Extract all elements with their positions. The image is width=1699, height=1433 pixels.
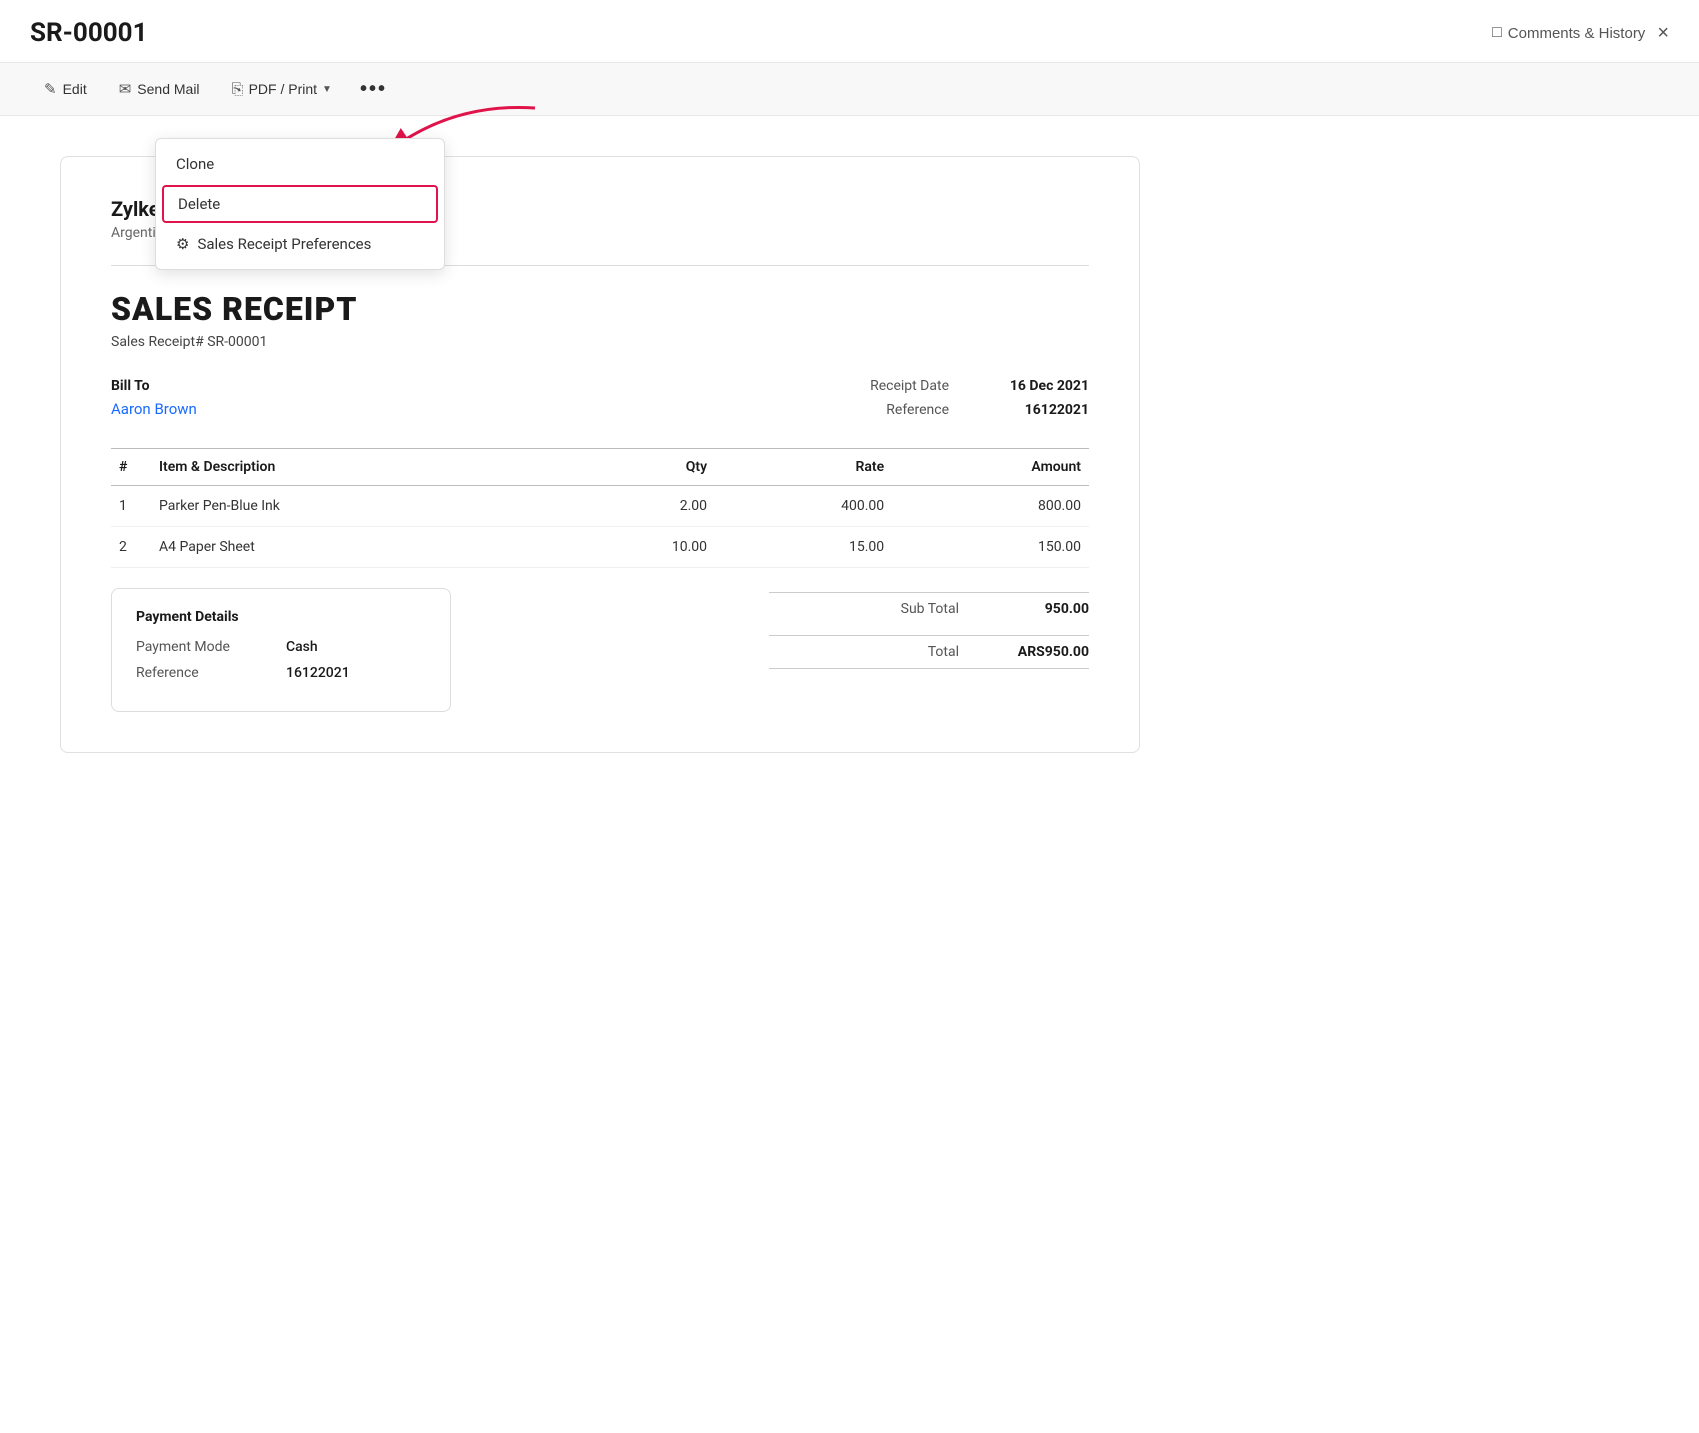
item-desc-2: A4 Paper Sheet [151,527,562,568]
bill-to-section: Bill To Aaron Brown [111,378,311,418]
payment-mode-value: Cash [286,639,318,655]
prefs-label: Sales Receipt Preferences [197,235,371,253]
payment-mode-label: Payment Mode [136,639,256,655]
payment-details-title: Payment Details [136,609,426,625]
edit-icon: ✎ [44,80,57,98]
receipt-date-value: 16 Dec 2021 [989,378,1089,394]
receipt-dates: Receipt Date 16 Dec 2021 Reference 16122… [839,378,1089,418]
payment-reference-row: Reference 16122021 [136,665,426,681]
payment-details-box: Payment Details Payment Mode Cash Refere… [111,588,451,712]
close-button[interactable]: × [1657,23,1669,43]
pdf-print-button[interactable]: ⎘ PDF / Print ▼ [218,74,346,105]
subtotal-label: Sub Total [769,601,999,617]
receipt-number: Sales Receipt# SR-00001 [111,334,1089,350]
receipt-title: SALES RECEIPT [111,290,1089,328]
subtotal-value: 950.00 [999,601,1089,617]
top-bar-right: □ Comments & History × [1492,23,1669,43]
comments-history-button[interactable]: □ Comments & History [1492,24,1645,42]
total-label: Total [769,644,999,660]
col-qty: Qty [562,449,716,486]
receipt-date-label: Receipt Date [839,378,949,394]
sales-receipt-prefs-menu-item[interactable]: ⚙ Sales Receipt Preferences [156,225,444,263]
comment-icon: □ [1492,24,1502,42]
send-mail-button[interactable]: ✉ Send Mail [105,73,214,105]
edit-label: Edit [63,81,87,97]
payment-reference-value: 16122021 [286,665,350,681]
toolbar: ✎ Edit ✉ Send Mail ⎘ PDF / Print ▼ ••• [0,63,1699,116]
col-hash: # [111,449,151,486]
item-qty-2: 10.00 [562,527,716,568]
dropdown-menu: Clone Delete ⚙ Sales Receipt Preferences [155,138,445,270]
top-bar: SR-00001 □ Comments & History × [0,0,1699,63]
clone-menu-item[interactable]: Clone [156,145,444,183]
item-amount-1: 800.00 [892,486,1089,527]
page-title: SR-00001 [30,18,148,48]
gear-icon: ⚙ [176,235,189,253]
item-rate-1: 400.00 [715,486,892,527]
col-item-description: Item & Description [151,449,562,486]
item-desc-1: Parker Pen-Blue Ink [151,486,562,527]
items-table: # Item & Description Qty Rate Amount 1 P… [111,448,1089,568]
receipt-number-value: SR-00001 [207,334,267,350]
table-row: 2 A4 Paper Sheet 10.00 15.00 150.00 [111,527,1089,568]
clone-label: Clone [176,155,214,173]
payment-mode-row: Payment Mode Cash [136,639,426,655]
item-qty-1: 2.00 [562,486,716,527]
pdf-print-label: PDF / Print [249,81,317,97]
subtotal-row: Sub Total 950.00 [769,592,1089,625]
reference-row: Reference 16122021 [839,402,1089,418]
col-rate: Rate [715,449,892,486]
bill-to-label: Bill To [111,378,311,394]
receipt-number-label: Sales Receipt# [111,334,204,350]
reference-label: Reference [839,402,949,418]
item-amount-2: 150.00 [892,527,1089,568]
item-num-2: 2 [111,527,151,568]
delete-label: Delete [178,195,220,213]
comments-history-label: Comments & History [1508,25,1646,42]
receipt-meta: Bill To Aaron Brown Receipt Date 16 Dec … [111,378,1089,418]
mail-icon: ✉ [119,80,132,98]
bottom-section: Payment Details Payment Mode Cash Refere… [111,588,1089,712]
bill-to-name[interactable]: Aaron Brown [111,400,311,418]
edit-button[interactable]: ✎ Edit [30,73,101,105]
table-row: 1 Parker Pen-Blue Ink 2.00 400.00 800.00 [111,486,1089,527]
send-mail-label: Send Mail [137,81,199,97]
chevron-down-icon: ▼ [322,84,332,95]
more-options-button[interactable]: ••• [350,75,397,103]
item-rate-2: 15.00 [715,527,892,568]
total-value: ARS950.00 [999,644,1089,660]
receipt-date-row: Receipt Date 16 Dec 2021 [839,378,1089,394]
total-row: Total ARS950.00 [769,635,1089,669]
pdf-icon: ⎘ [232,81,244,98]
totals-section: Sub Total 950.00 Total ARS950.00 [769,588,1089,712]
payment-reference-label: Reference [136,665,256,681]
reference-value: 16122021 [989,402,1089,418]
item-num-1: 1 [111,486,151,527]
delete-menu-item[interactable]: Delete [162,185,438,223]
table-header-row: # Item & Description Qty Rate Amount [111,449,1089,486]
col-amount: Amount [892,449,1089,486]
